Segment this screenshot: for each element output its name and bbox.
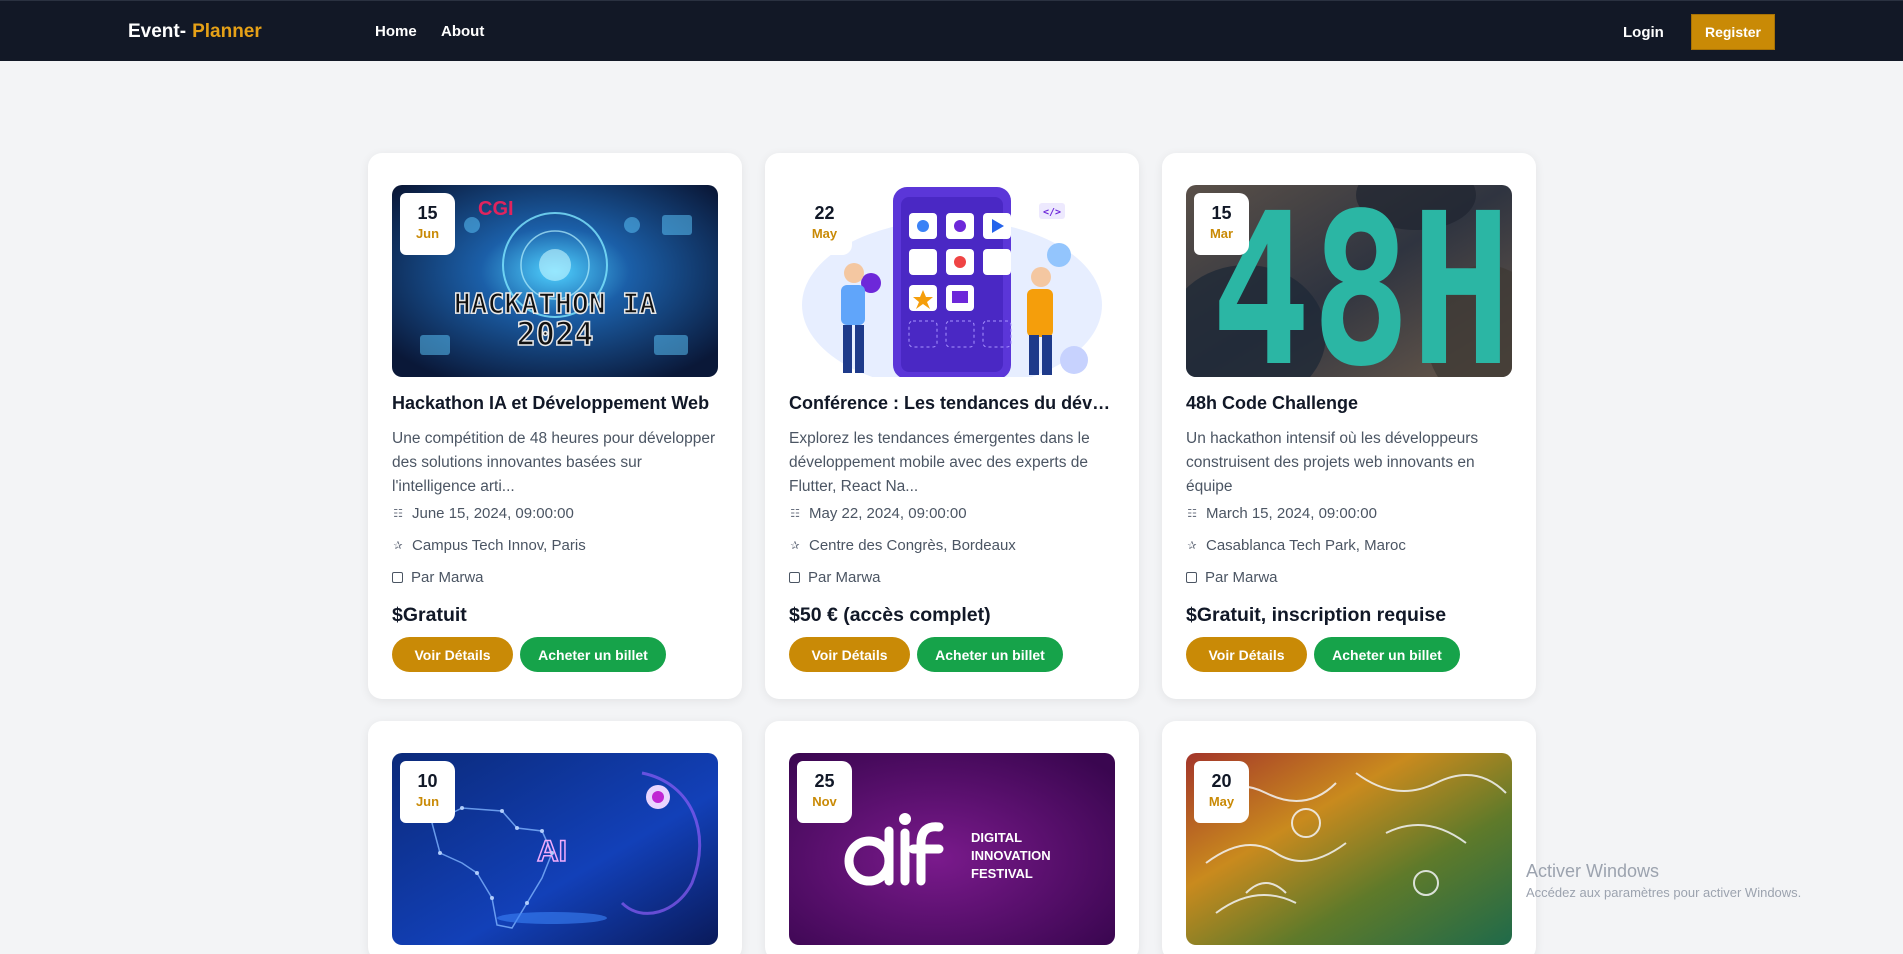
- event-title[interactable]: Conférence : Les tendances du dévelo...: [789, 393, 1115, 414]
- event-card: DIGITAL INNOVATION FESTIVAL 25 Nov: [765, 721, 1139, 954]
- event-image[interactable]: CGI HACKATHON IA 2024 15 Jun: [392, 185, 718, 377]
- event-organizer-text: Par Marwa: [411, 569, 484, 586]
- date-badge: 15 Jun: [400, 193, 455, 255]
- event-date: ☷ May 22, 2024, 09:00:00: [789, 505, 1115, 522]
- date-badge: 10 Jun: [400, 761, 455, 823]
- location-pin-icon: ✰: [393, 539, 403, 552]
- user-icon: [789, 572, 800, 583]
- event-image[interactable]: AI 10 Jun: [392, 753, 718, 945]
- nav-about-link[interactable]: About: [441, 23, 484, 40]
- watermark-subtitle: Accédez aux paramètres pour activer Wind…: [1526, 885, 1802, 900]
- date-badge: 25 Nov: [797, 761, 852, 823]
- nav-home-link[interactable]: Home: [375, 23, 417, 40]
- date-month: Mar: [1209, 226, 1234, 241]
- calendar-icon: ☷: [790, 507, 800, 520]
- register-button[interactable]: Register: [1691, 14, 1775, 50]
- nav-login-link[interactable]: Login: [1623, 24, 1664, 41]
- event-location: ✰ Campus Tech Innov, Paris: [392, 537, 718, 554]
- event-card: CGI HACKATHON IA 2024 15 Jun Hackathon I…: [368, 153, 742, 699]
- image-ai-text: AI: [537, 835, 567, 868]
- event-image[interactable]: 48H 15 Mar: [1186, 185, 1512, 377]
- event-card: 20 May: [1162, 721, 1536, 954]
- event-price: $Gratuit, inscription requise: [1186, 604, 1447, 626]
- event-date: ☷ March 15, 2024, 09:00:00: [1186, 505, 1512, 522]
- image-48h-text: 48H: [1211, 185, 1511, 377]
- view-details-button[interactable]: Voir Détails: [789, 637, 910, 672]
- event-location-text: Campus Tech Innov, Paris: [412, 537, 586, 554]
- date-day: 22: [814, 203, 835, 223]
- event-card: AI 10 Jun: [368, 721, 742, 954]
- event-date-text: May 22, 2024, 09:00:00: [809, 505, 967, 522]
- image-logo-text: CGI: [478, 198, 514, 220]
- date-month: Jun: [415, 794, 440, 809]
- image-line-2: INNOVATION: [971, 848, 1051, 863]
- calendar-icon: ☷: [393, 507, 403, 520]
- location-pin-icon: ✰: [790, 539, 800, 552]
- image-year-text: 2024: [516, 315, 593, 353]
- date-month: Jun: [415, 226, 440, 241]
- event-price: $Gratuit: [392, 604, 467, 626]
- event-price: $50 € (accès complet): [789, 604, 991, 626]
- date-month: May: [811, 226, 838, 241]
- event-organizer-text: Par Marwa: [1205, 569, 1278, 586]
- date-badge: 15 Mar: [1194, 193, 1249, 255]
- event-description: Une compétition de 48 heures pour dévelo…: [392, 430, 716, 495]
- event-location-text: Casablanca Tech Park, Maroc: [1206, 537, 1406, 554]
- date-day: 10: [417, 771, 438, 791]
- view-details-button[interactable]: Voir Détails: [392, 637, 513, 672]
- event-organizer-text: Par Marwa: [808, 569, 881, 586]
- image-code-tag: </>: [1043, 207, 1061, 218]
- brand-name: Event-: [128, 21, 187, 42]
- date-badge: 22 May: [797, 193, 852, 255]
- event-image[interactable]: DIGITAL INNOVATION FESTIVAL 25 Nov: [789, 753, 1115, 945]
- buy-ticket-button[interactable]: Acheter un billet: [917, 637, 1063, 672]
- event-location: ✰ Casablanca Tech Park, Maroc: [1186, 537, 1512, 554]
- date-month: May: [1208, 794, 1235, 809]
- date-day: 20: [1211, 771, 1232, 791]
- event-title[interactable]: 48h Code Challenge: [1186, 393, 1512, 414]
- event-location-text: Centre des Congrès, Bordeaux: [809, 537, 1016, 554]
- user-icon: [392, 572, 403, 583]
- event-image[interactable]: </> 22 May: [789, 185, 1115, 377]
- event-card: 48H 15 Mar 48h Code Challenge Un hackath…: [1162, 153, 1536, 699]
- event-description: Explorez les tendances émergentes dans l…: [789, 430, 1090, 495]
- event-date: ☷ June 15, 2024, 09:00:00: [392, 505, 718, 522]
- event-organizer: Par Marwa: [392, 569, 718, 586]
- date-day: 25: [814, 771, 835, 791]
- buy-ticket-button[interactable]: Acheter un billet: [1314, 637, 1460, 672]
- event-organizer: Par Marwa: [789, 569, 1115, 586]
- event-date-text: March 15, 2024, 09:00:00: [1206, 505, 1377, 522]
- event-description: Un hackathon intensif où les développeur…: [1186, 430, 1479, 495]
- watermark-title: Activer Windows: [1526, 861, 1660, 881]
- view-details-button[interactable]: Voir Détails: [1186, 637, 1307, 672]
- image-line-3: FESTIVAL: [971, 866, 1033, 881]
- event-location: ✰ Centre des Congrès, Bordeaux: [789, 537, 1115, 554]
- brand-logo[interactable]: Event- Planner: [128, 21, 262, 43]
- image-line-1: DIGITAL: [971, 830, 1022, 845]
- brand-name-accent: Planner: [192, 21, 262, 42]
- location-pin-icon: ✰: [1187, 539, 1197, 552]
- date-day: 15: [417, 203, 438, 223]
- navbar: Event- Planner Home About Login Register: [0, 0, 1903, 61]
- event-image[interactable]: 20 May: [1186, 753, 1512, 945]
- buy-ticket-button[interactable]: Acheter un billet: [520, 637, 666, 672]
- event-card: </> 22 May Conférence : Les tendances du…: [765, 153, 1139, 699]
- date-badge: 20 May: [1194, 761, 1249, 823]
- event-organizer: Par Marwa: [1186, 569, 1512, 586]
- event-title[interactable]: Hackathon IA et Développement Web: [392, 393, 718, 414]
- date-month: Nov: [812, 794, 837, 809]
- date-day: 15: [1211, 203, 1232, 223]
- user-icon: [1186, 572, 1197, 583]
- windows-activation-watermark: Activer Windows Accédez aux paramètres p…: [1526, 861, 1801, 900]
- event-date-text: June 15, 2024, 09:00:00: [412, 505, 574, 522]
- calendar-icon: ☷: [1187, 507, 1197, 520]
